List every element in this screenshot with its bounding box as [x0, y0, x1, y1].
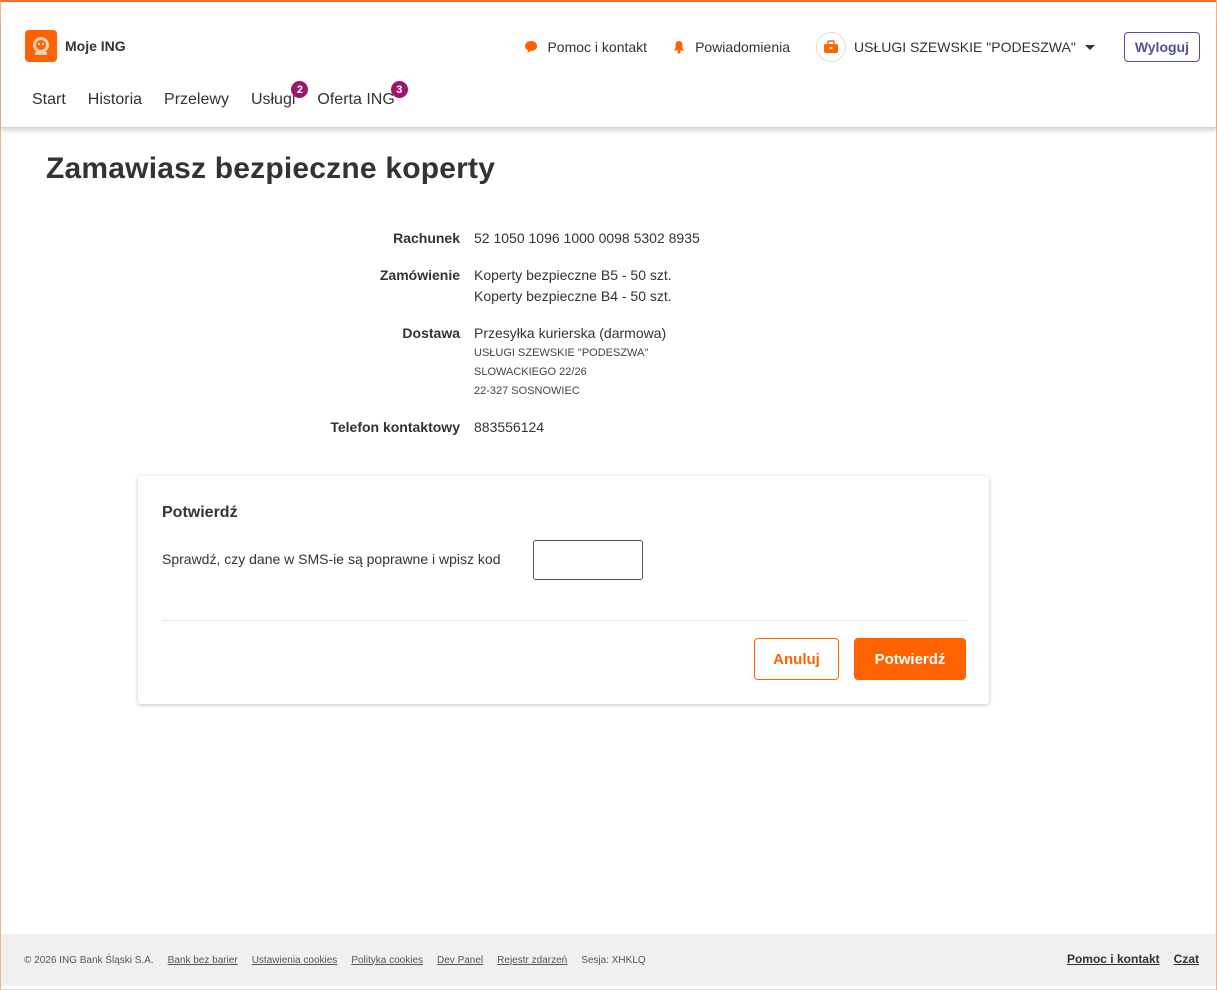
detail-row-phone: Telefon kontaktowy 883556124 — [0, 417, 1217, 438]
delivery-method: Przesyłka kurierska (darmowa) — [474, 325, 667, 341]
logo-link[interactable]: Moje ING — [25, 30, 126, 62]
session-id: Sesja: XHKLQ — [581, 954, 646, 966]
order-details: Rachunek 52 1050 1096 1000 0098 5302 893… — [0, 228, 1217, 454]
order-item: Koperty bezpieczne B5 - 50 szt. — [474, 267, 672, 283]
detail-label: Rachunek — [393, 230, 460, 246]
notifications-link[interactable]: Powiadomienia — [671, 39, 790, 55]
detail-row-account: Rachunek 52 1050 1096 1000 0098 5302 893… — [0, 228, 1217, 249]
detail-row-order: Zamówienie Koperty bezpieczne B5 - 50 sz… — [0, 265, 1217, 307]
footer-link-dev-panel[interactable]: Dev Panel — [437, 955, 483, 966]
top-actions: Pomoc i kontakt Powiadomienia USŁUGI SZE… — [499, 32, 1200, 62]
cancel-button[interactable]: Anuluj — [754, 638, 839, 680]
sms-instruction: Sprawdź, czy dane w SMS-ie są poprawne i… — [162, 551, 501, 567]
briefcase-icon — [816, 32, 847, 62]
divider — [162, 620, 967, 621]
detail-label: Telefon kontaktowy — [330, 419, 460, 435]
account-number: 52 1050 1096 1000 0098 5302 8935 — [474, 230, 700, 246]
nav-item-label: Usługi — [250, 91, 296, 108]
footer-link-event-log[interactable]: Rejestr zdarzeń — [497, 955, 567, 966]
detail-row-delivery: Dostawa Przesyłka kurierska (darmowa) US… — [0, 323, 1217, 401]
footer-chat-link[interactable]: Czat — [1174, 952, 1199, 966]
company-name: USŁUGI SZEWSKIE "PODESZWA" — [854, 39, 1076, 55]
ing-lion-icon — [25, 30, 57, 62]
copyright: © 2026 ING Bank Śląski S.A. — [24, 954, 154, 966]
footer-right-links: Pomoc i kontakt Czat — [1067, 952, 1199, 966]
nav-item-przelewy[interactable]: Przelewy — [164, 87, 229, 113]
nav-item-label: Historia — [87, 91, 143, 108]
nav-item-label: Start — [32, 91, 66, 108]
phone-number: 883556124 — [474, 419, 545, 435]
delivery-street: SLOWACKIEGO 22/26 — [474, 366, 587, 378]
page-title: Zamawiasz bezpieczne koperty — [46, 152, 496, 185]
confirm-title: Potwierdź — [162, 504, 238, 521]
nav-item-label: Przelewy — [164, 91, 229, 108]
order-items: Koperty bezpieczne B5 - 50 szt. Koperty … — [474, 265, 672, 307]
sms-code-input[interactable] — [533, 540, 643, 580]
delivery-city: 22-327 SOSNOWIEC — [474, 385, 580, 397]
nav-item-uslugi[interactable]: Usługi 2 — [250, 81, 309, 113]
footer-link-accessibility[interactable]: Bank bez barier — [168, 955, 238, 966]
nav-item-historia[interactable]: Historia — [88, 87, 142, 113]
company-switcher[interactable]: USŁUGI SZEWSKIE "PODESZWA" — [816, 32, 1096, 62]
chevron-down-icon — [1084, 39, 1096, 55]
confirm-button[interactable]: Potwierdź — [854, 638, 966, 680]
help-contact-label: Pomoc i kontakt — [547, 39, 648, 55]
confirm-card: Potwierdź Sprawdź, czy dane w SMS-ie są … — [138, 476, 989, 704]
footer-link-cookie-settings[interactable]: Ustawienia cookies — [252, 955, 338, 966]
footer: © 2026 ING Bank Śląski S.A. Bank bez bar… — [1, 934, 1216, 986]
detail-label: Dostawa — [402, 325, 460, 341]
nav-item-label: Oferta ING — [317, 91, 395, 108]
main-nav: Start Historia Przelewy Usługi 2 Oferta … — [32, 81, 408, 113]
footer-help-link[interactable]: Pomoc i kontakt — [1067, 952, 1160, 966]
notification-badge: 2 — [291, 81, 309, 98]
brand-name: Moje ING — [65, 38, 126, 54]
detail-label: Zamówienie — [379, 267, 460, 283]
chat-bubble-icon — [523, 39, 539, 55]
bell-icon — [671, 39, 687, 55]
nav-item-oferta[interactable]: Oferta ING 3 — [317, 81, 408, 113]
help-contact-link[interactable]: Pomoc i kontakt — [523, 39, 647, 55]
notifications-label: Powiadomienia — [695, 39, 791, 55]
delivery-info: Przesyłka kurierska (darmowa) USŁUGI SZE… — [474, 323, 666, 401]
nav-item-start[interactable]: Start — [32, 87, 66, 113]
top-header: Moje ING Pomoc i kontakt Powiadomienia U… — [1, 18, 1216, 128]
logout-button[interactable]: Wyloguj — [1123, 32, 1200, 62]
delivery-name: USŁUGI SZEWSKIE "PODESZWA" — [474, 347, 649, 359]
notification-badge: 3 — [390, 81, 408, 98]
footer-link-cookie-policy[interactable]: Polityka cookies — [351, 955, 423, 966]
order-item: Koperty bezpieczne B4 - 50 szt. — [474, 288, 672, 304]
